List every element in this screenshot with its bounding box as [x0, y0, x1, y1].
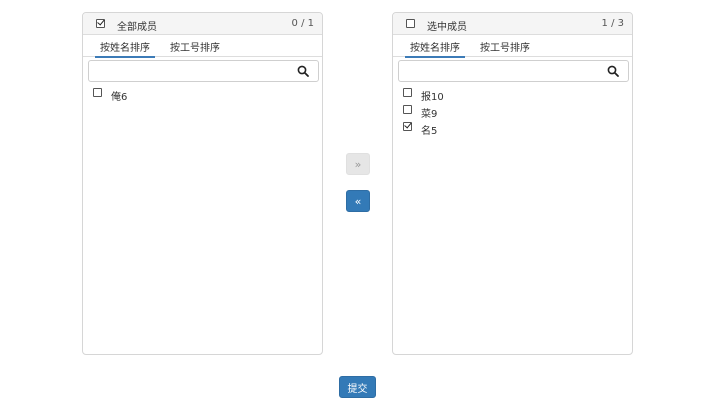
list-item[interactable]: 报10	[403, 87, 603, 104]
search-icon[interactable]	[297, 65, 309, 77]
member-name: 菜9	[421, 109, 438, 120]
all-members-header: 全部成员 0 / 1	[83, 13, 322, 35]
all-members-count: 0 / 1	[291, 18, 314, 29]
search-icon[interactable]	[607, 65, 619, 77]
all-members-sort-tabs: 按姓名排序 按工号排序	[83, 35, 322, 58]
submit-button[interactable]: 提交	[339, 376, 376, 398]
selected-members-search-input[interactable]	[403, 63, 603, 79]
selected-members-panel: 选中成员 1 / 3 按姓名排序 按工号排序 报10 菜9 名5	[392, 12, 633, 355]
member-name: 名5	[421, 126, 438, 137]
select-all-checkbox[interactable]	[96, 19, 105, 28]
list-item[interactable]: 菜9	[403, 104, 603, 121]
all-members-search-input[interactable]	[93, 63, 293, 79]
all-members-panel: 全部成员 0 / 1 按姓名排序 按工号排序 俺6	[82, 12, 323, 355]
move-to-all-button[interactable]: «	[346, 190, 370, 212]
member-checkbox[interactable]	[403, 122, 412, 131]
selected-members-search	[398, 60, 629, 82]
selected-members-list: 报10 菜9 名5	[403, 87, 603, 138]
tab-sort-by-id[interactable]: 按工号排序	[478, 39, 532, 57]
member-name: 报10	[421, 92, 444, 103]
select-all-selected-checkbox[interactable]	[406, 19, 415, 28]
tab-sort-by-name[interactable]: 按姓名排序	[405, 39, 465, 58]
member-checkbox[interactable]	[403, 88, 412, 97]
member-checkbox[interactable]	[93, 88, 102, 97]
selected-members-sort-tabs: 按姓名排序 按工号排序	[393, 35, 632, 58]
all-members-title: 全部成员	[117, 22, 157, 33]
all-members-list: 俺6	[93, 87, 293, 104]
member-checkbox[interactable]	[403, 105, 412, 114]
selected-members-title: 选中成员	[427, 22, 467, 33]
list-item[interactable]: 俺6	[93, 87, 293, 104]
all-members-search	[88, 60, 319, 82]
list-item[interactable]: 名5	[403, 121, 603, 138]
tab-sort-by-name[interactable]: 按姓名排序	[95, 39, 155, 58]
member-name: 俺6	[111, 92, 128, 103]
move-to-selected-button[interactable]: »	[346, 153, 370, 175]
selected-members-header: 选中成员 1 / 3	[393, 13, 632, 35]
selected-members-count: 1 / 3	[601, 18, 624, 29]
tab-sort-by-id[interactable]: 按工号排序	[168, 39, 222, 57]
